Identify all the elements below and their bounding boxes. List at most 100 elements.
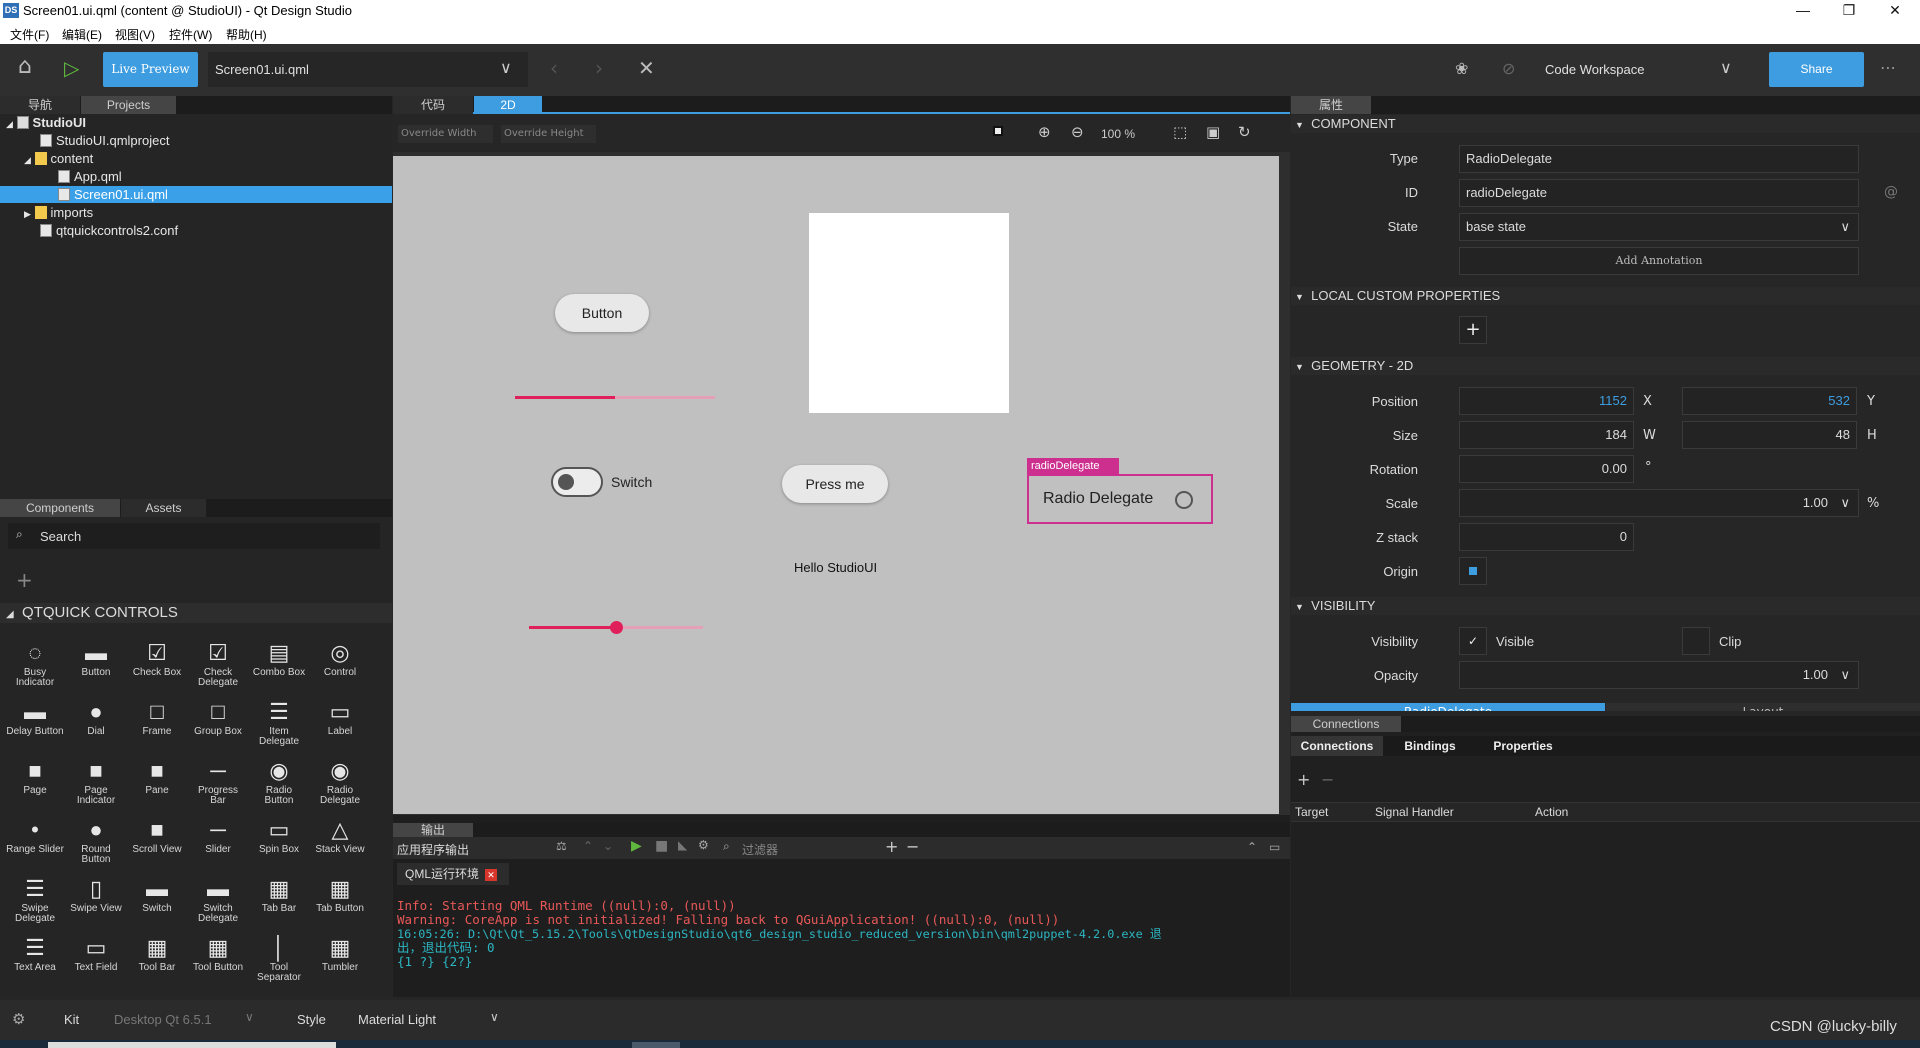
style-selector[interactable]: Material Light [358, 1012, 436, 1027]
tree-item-qmlproject[interactable]: StudioUI.qmlproject [0, 132, 392, 149]
file-selector[interactable]: Screen01.ui.qml [215, 62, 309, 77]
clip-checkbox[interactable] [1682, 627, 1710, 655]
menu-edit[interactable]: 编辑(E) [62, 26, 102, 43]
component-swipe-view[interactable]: ▯ Swipe View [67, 877, 125, 914]
tree-item-app-qml[interactable]: App.qml [0, 168, 392, 185]
close-document-icon[interactable]: ✕ [638, 56, 655, 80]
reset-icon[interactable]: ↻ [1238, 123, 1251, 141]
design-canvas[interactable]: Button Switch Press me radioDelegate Rad… [393, 156, 1279, 814]
switch-track[interactable] [551, 467, 603, 497]
arrow-down-icon[interactable]: ⌄ [603, 839, 613, 853]
tab-components[interactable]: Components [0, 499, 120, 517]
attach-icon[interactable]: ◣ [678, 838, 687, 852]
position-x-field[interactable]: 1152 [1459, 387, 1634, 415]
collapse-up-icon[interactable]: ⌃ [1247, 840, 1257, 854]
restore-icon[interactable]: ❐ [1826, 0, 1872, 22]
press-me-button[interactable]: Press me [782, 465, 888, 503]
workspace-chevron-icon[interactable]: ∨ [1720, 58, 1732, 77]
share-network-icon[interactable]: ❀ [1455, 59, 1468, 78]
position-y-field[interactable]: 532 [1682, 387, 1857, 415]
canvas-button[interactable]: Button [555, 294, 649, 332]
component-pane[interactable]: ■ Pane [128, 759, 186, 796]
chevron-down-icon[interactable]: ∨ [500, 58, 512, 77]
z-stack-field[interactable]: 0 [1459, 523, 1634, 551]
id-field[interactable]: radioDelegate [1459, 179, 1859, 207]
search-input[interactable]: Search [40, 529, 81, 544]
zoom-level[interactable]: 100 % [1101, 127, 1135, 141]
component-control[interactable]: ◎ Control [311, 641, 369, 678]
component-delay-button[interactable]: ▬ Delay Button [6, 700, 64, 737]
visible-checkbox[interactable]: ✓ [1459, 627, 1487, 655]
tab-navigator[interactable]: 导航 [0, 96, 80, 114]
menu-controls[interactable]: 控件(W) [169, 26, 212, 43]
fit-screen-icon[interactable]: ▣ [1206, 123, 1220, 141]
chevron-down-icon[interactable]: ∨ [1840, 662, 1850, 688]
background-color-icon[interactable] [993, 126, 1003, 136]
radio-indicator[interactable] [1175, 491, 1193, 509]
opacity-field[interactable]: 1.00 ∨ [1459, 661, 1859, 689]
component-tab-button[interactable]: ▦ Tab Button [311, 877, 369, 914]
component-check-delegate[interactable]: ☑ Check Delegate [189, 641, 247, 688]
component-tool-bar[interactable]: ▦ Tool Bar [128, 936, 186, 973]
kit-chevron-icon[interactable]: ∨ [245, 1010, 254, 1024]
rotation-field[interactable]: 0.00 [1459, 455, 1634, 483]
forward-icon[interactable]: › [595, 56, 603, 80]
component-frame[interactable]: □ Frame [128, 700, 186, 737]
component-switch[interactable]: ▬ Switch [128, 877, 186, 914]
component-slider[interactable]: ─ Slider [189, 818, 247, 855]
add-annotation-button[interactable]: Add Annotation [1459, 247, 1859, 275]
component-text-field[interactable]: ▭ Text Field [67, 936, 125, 973]
add-icon[interactable]: + [885, 837, 898, 856]
alias-at-icon[interactable]: @ [1884, 184, 1898, 200]
type-field[interactable]: RadioDelegate [1459, 145, 1859, 173]
tab-layout[interactable]: Layout [1606, 703, 1920, 711]
slider-track[interactable] [529, 621, 703, 634]
menu-file[interactable]: 文件(F) [10, 26, 49, 43]
style-chevron-icon[interactable]: ∨ [490, 1010, 499, 1024]
tree-item-imports[interactable]: ▶ imports [0, 204, 392, 221]
kit-selector[interactable]: Desktop Qt 6.5.1 [114, 1012, 212, 1027]
component-tool-separator[interactable]: │ Tool Separator [250, 936, 308, 983]
workspace-selector[interactable]: Code Workspace [1545, 62, 1644, 77]
component-button[interactable]: ▬ Button [67, 641, 125, 678]
component-check-box[interactable]: ☑ Check Box [128, 641, 186, 678]
component-stack-view[interactable]: △ Stack View [311, 818, 369, 855]
component-busy-indicator[interactable]: ◌ Busy Indicator [6, 641, 64, 688]
height-field[interactable]: 48 [1682, 421, 1857, 449]
tab-projects[interactable]: Projects [81, 96, 176, 114]
override-height-input[interactable]: Override Height [501, 125, 596, 143]
close-tab-icon[interactable]: ✕ [485, 869, 498, 881]
share-button[interactable]: Share [1769, 52, 1864, 87]
live-preview-button[interactable]: Live Preview [103, 52, 198, 87]
zoom-in-icon[interactable]: ⊕ [1038, 123, 1051, 141]
tree-item-content[interactable]: ◢ content [0, 150, 392, 167]
tree-item-screen01[interactable]: Screen01.ui.qml [0, 186, 392, 203]
tree-item-root[interactable]: ◢ StudioUI [0, 114, 392, 131]
component-label[interactable]: ▭ Label [311, 700, 369, 737]
add-module-icon[interactable]: + [16, 568, 33, 592]
component-tool-button[interactable]: ▦ Tool Button [189, 936, 247, 973]
component-round-button[interactable]: ● Round Button [67, 818, 125, 865]
override-width-input[interactable]: Override Width [398, 125, 493, 143]
section-geometry[interactable]: ▼ GEOMETRY - 2D [1291, 357, 1920, 375]
close-window-icon[interactable]: ✕ [1872, 0, 1918, 22]
component-dial[interactable]: ● Dial [67, 700, 125, 737]
tab-bindings[interactable]: Bindings [1384, 736, 1476, 756]
component-radio-delegate[interactable]: ◉ Radio Delegate [311, 759, 369, 806]
section-visibility[interactable]: ▼ VISIBILITY [1291, 597, 1920, 615]
tab-connections-panel[interactable]: Connections [1291, 716, 1401, 732]
add-property-button[interactable]: + [1459, 316, 1487, 344]
width-field[interactable]: 184 [1459, 421, 1634, 449]
component-progress-bar[interactable]: ─ Progress Bar [189, 759, 247, 806]
tab-output[interactable]: 输出 [393, 823, 473, 837]
remove-connection-icon[interactable]: − [1321, 770, 1334, 789]
tab-assets[interactable]: Assets [121, 499, 206, 517]
component-swipe-delegate[interactable]: ☰ Swipe Delegate [6, 877, 64, 924]
tab-connections[interactable]: Connections [1291, 736, 1383, 756]
component-scroll-view[interactable]: ■ Scroll View [128, 818, 186, 855]
filter-input[interactable]: 过滤器 [742, 841, 778, 858]
fit-selection-icon[interactable]: ⬚ [1173, 123, 1187, 141]
component-radio-button[interactable]: ◉ Radio Button [250, 759, 308, 806]
maximize-panel-icon[interactable]: ▭ [1269, 840, 1280, 854]
tab-code[interactable]: 代码 [393, 96, 473, 114]
